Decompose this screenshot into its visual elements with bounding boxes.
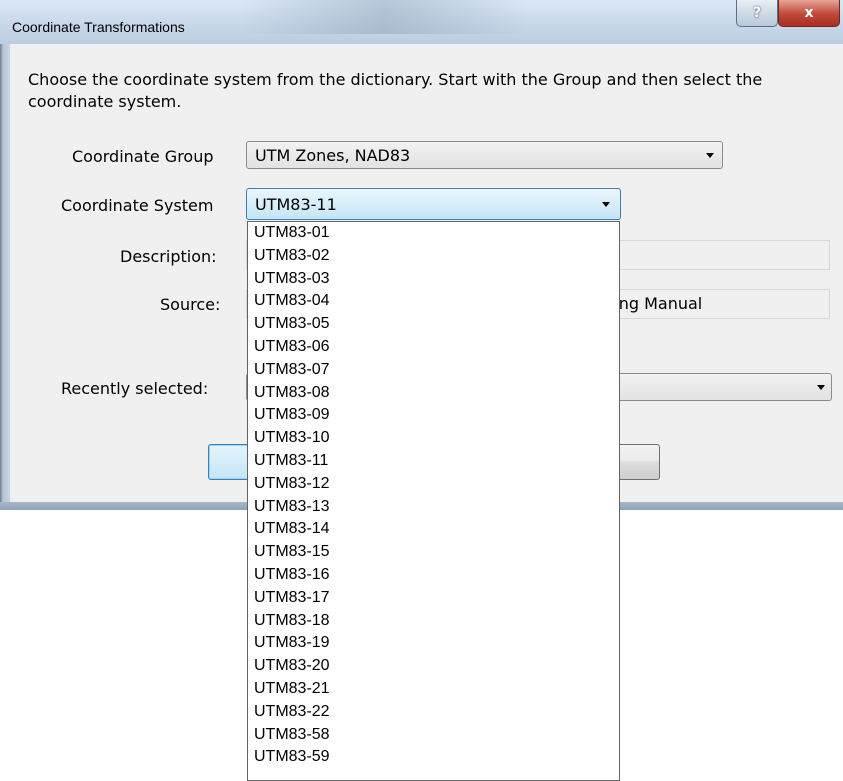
source-label: Source:: [160, 295, 221, 314]
dropdown-option[interactable]: UTM83-59: [248, 746, 619, 769]
dropdown-option[interactable]: UTM83-10: [248, 427, 619, 450]
coordinate-system-combobox[interactable]: UTM83-11: [246, 188, 621, 220]
dropdown-option[interactable]: UTM83-09: [248, 404, 619, 427]
coordinate-group-combobox[interactable]: UTM Zones, NAD83: [246, 141, 723, 169]
close-button[interactable]: x: [778, 0, 840, 27]
coordinate-system-dropdown-list[interactable]: UTM83-01 UTM83-02 UTM83-03 UTM83-04 UTM83-05…: [247, 221, 620, 781]
coordinate-system-label: Coordinate System: [61, 196, 214, 215]
chevron-down-icon: [817, 385, 825, 390]
description-label: Description:: [120, 247, 217, 266]
dropdown-option[interactable]: UTM83-19: [248, 632, 619, 655]
dropdown-option[interactable]: UTM83-21: [248, 678, 619, 701]
close-icon: x: [804, 5, 814, 21]
dropdown-option[interactable]: UTM83-06: [248, 336, 619, 359]
dropdown-option[interactable]: UTM83-18: [248, 610, 619, 633]
dropdown-option[interactable]: UTM83-03: [248, 268, 619, 291]
dropdown-option[interactable]: UTM83-15: [248, 541, 619, 564]
dropdown-option[interactable]: UTM83-04: [248, 290, 619, 313]
dropdown-option[interactable]: UTM83-16: [248, 564, 619, 587]
dropdown-option[interactable]: UTM83-13: [248, 496, 619, 519]
coordinate-system-value: UTM83-11: [255, 195, 337, 214]
help-button[interactable]: ?: [736, 0, 778, 27]
dropdown-option[interactable]: UTM83-05: [248, 313, 619, 336]
dropdown-option[interactable]: UTM83-14: [248, 518, 619, 541]
dropdown-option[interactable]: UTM83-02: [248, 245, 619, 268]
dropdown-option[interactable]: UTM83-07: [248, 359, 619, 382]
title-bar-shading: [240, 0, 530, 34]
recently-selected-label: Recently selected:: [61, 379, 209, 398]
dropdown-option[interactable]: UTM83-08: [248, 382, 619, 405]
instructions-text: Choose the coordinate system from the di…: [28, 70, 763, 111]
chevron-down-icon: [602, 202, 610, 207]
window-title: Coordinate Transformations: [12, 19, 185, 35]
dropdown-option[interactable]: UTM83-12: [248, 473, 619, 496]
title-bar[interactable]: Coordinate Transformations ? x: [0, 0, 843, 44]
window-frame-left: [0, 44, 10, 510]
dropdown-option[interactable]: UTM83-17: [248, 587, 619, 610]
dropdown-option[interactable]: UTM83-11: [248, 450, 619, 473]
dropdown-option[interactable]: UTM83-01: [248, 222, 619, 245]
coordinate-group-label: Coordinate Group: [72, 147, 214, 166]
dropdown-option[interactable]: UTM83-22: [248, 701, 619, 724]
help-icon: ?: [752, 5, 762, 21]
dropdown-option[interactable]: UTM83-58: [248, 724, 619, 747]
dropdown-option[interactable]: UTM83-20: [248, 655, 619, 678]
coordinate-group-value: UTM Zones, NAD83: [255, 146, 411, 165]
chevron-down-icon: [706, 153, 714, 158]
